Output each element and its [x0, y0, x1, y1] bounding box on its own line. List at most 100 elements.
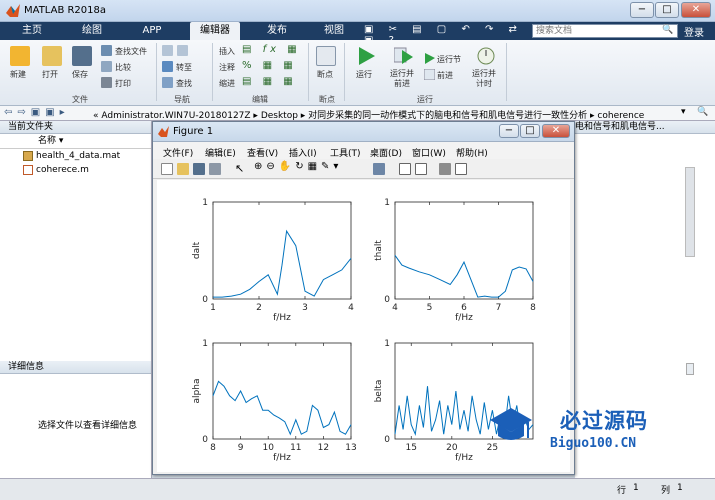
- x-tick-label: 4: [392, 303, 398, 313]
- tab-publish[interactable]: 发布: [255, 22, 299, 40]
- address-bar[interactable]: ⇦⇨▣▣▸ « Administrator.WIN7U-20180127Z ▸ …: [0, 106, 715, 121]
- run-advance-button[interactable]: 运行并 前进: [390, 69, 414, 89]
- tab-plots[interactable]: 绘图: [70, 22, 114, 40]
- print-icon: [101, 77, 112, 88]
- x-axis-label: f/Hz: [273, 313, 291, 323]
- save-button[interactable]: 保存: [72, 69, 88, 80]
- link-plot-icon[interactable]: [373, 163, 385, 175]
- compare-button[interactable]: 比较: [115, 62, 131, 73]
- save-icon[interactable]: [72, 46, 92, 66]
- open-folder-icon[interactable]: [42, 46, 62, 66]
- window-titlebar: MATLAB R2018a − □ ✕: [0, 0, 715, 22]
- new-figure-icon[interactable]: [161, 163, 173, 175]
- maximize-button[interactable]: □: [655, 2, 679, 18]
- find-files-button[interactable]: 查找文件: [115, 46, 147, 57]
- scroll-up-button[interactable]: [686, 363, 694, 375]
- minimize-button[interactable]: −: [630, 2, 654, 18]
- breakpoints-button[interactable]: 断点: [317, 69, 333, 80]
- file-name: health_4_data.mat: [36, 151, 121, 161]
- y-axis-label: thalt: [374, 240, 384, 261]
- menu-edit[interactable]: 编辑(E): [205, 146, 236, 159]
- dropdown-icon[interactable]: ▾: [681, 107, 686, 117]
- menu-help[interactable]: 帮助(H): [456, 146, 488, 159]
- menu-tools[interactable]: 工具(T): [330, 146, 361, 159]
- figure-close-button[interactable]: ✕: [542, 124, 570, 138]
- menu-insert[interactable]: 插入(I): [289, 146, 317, 159]
- address-nav-icons[interactable]: ⇦⇨▣▣▸: [4, 107, 70, 118]
- search-icon[interactable]: 🔍: [662, 25, 673, 35]
- edit-tools-row1[interactable]: ▤ fx ▦: [242, 44, 301, 55]
- run-advance-icon[interactable]: [393, 46, 414, 69]
- y-tick-label: 1: [384, 198, 390, 208]
- search-input[interactable]: 搜索文档: [532, 24, 678, 38]
- file-row[interactable]: coherece.m: [0, 163, 151, 177]
- y-axis-label: belta: [374, 380, 384, 403]
- window-title: MATLAB R2018a: [24, 5, 107, 16]
- run-section-icon[interactable]: [424, 53, 435, 67]
- run-section-button[interactable]: 运行节: [437, 54, 461, 65]
- edit-tools-row3[interactable]: ▤ ▦ ▦: [242, 76, 297, 87]
- quick-access-toolbar[interactable]: ▣ ✂ ▤ ▢ ↶ ↷ ⇄ ▣ ?: [364, 24, 524, 46]
- indent-button[interactable]: 缩进: [219, 78, 235, 89]
- y-tick-label: 0: [202, 435, 208, 445]
- x-axis-label: f/Hz: [455, 453, 473, 463]
- watermark-url: Biguo100.CN: [550, 436, 637, 451]
- run-time-button[interactable]: 运行并 计时: [472, 69, 496, 89]
- insert-legend-icon[interactable]: [415, 163, 427, 175]
- find-button[interactable]: 查找: [176, 78, 192, 89]
- mat-file-icon: [23, 151, 33, 161]
- new-button[interactable]: 新建: [10, 69, 26, 80]
- insert-colorbar-icon[interactable]: [399, 163, 411, 175]
- menu-view[interactable]: 查看(V): [247, 146, 278, 159]
- breakpoints-icon[interactable]: [316, 46, 336, 66]
- edit-tools-row2[interactable]: % ▦ ▦: [242, 60, 297, 71]
- panel-title: 详细信息: [0, 361, 151, 374]
- file-row[interactable]: health_4_data.mat: [0, 149, 151, 163]
- advance-button[interactable]: 前进: [437, 70, 453, 81]
- show-plot-tools-icon[interactable]: [455, 163, 467, 175]
- x-tick-label: 15: [406, 443, 417, 453]
- y-tick-label: 0: [202, 295, 208, 305]
- open-button[interactable]: 打开: [42, 69, 58, 80]
- new-icon[interactable]: [10, 46, 30, 66]
- y-tick-label: 1: [202, 339, 208, 349]
- address-path[interactable]: « Administrator.WIN7U-20180127Z ▸ Deskto…: [93, 108, 644, 121]
- nav-back-icon[interactable]: [162, 45, 173, 56]
- nav-forward-icon[interactable]: [177, 45, 188, 56]
- x-tick-label: 8: [530, 303, 536, 313]
- tab-editor[interactable]: 编辑器: [190, 22, 240, 40]
- menu-window[interactable]: 窗口(W): [412, 146, 446, 159]
- tab-apps[interactable]: APP: [130, 22, 174, 40]
- goto-button[interactable]: 转至: [176, 62, 192, 73]
- x-tick-label: 2: [256, 303, 262, 313]
- open-file-icon[interactable]: [177, 163, 189, 175]
- login-button[interactable]: 登录: [684, 24, 704, 39]
- close-button[interactable]: ✕: [681, 2, 711, 18]
- run-time-icon[interactable]: [476, 45, 496, 68]
- zoom-pan-tools[interactable]: ⊕⊖✋↻▦✎▾: [254, 161, 342, 172]
- section-edit: 编辑: [252, 95, 268, 104]
- column-header-name[interactable]: 名称 ▾: [0, 134, 151, 149]
- figure-maximize-button[interactable]: □: [520, 124, 540, 138]
- search-folder-icon[interactable]: 🔍: [697, 107, 708, 117]
- tab-view[interactable]: 视图: [312, 22, 356, 40]
- figure-titlebar[interactable]: Figure 1 − □ ✕: [153, 122, 574, 142]
- figure-minimize-button[interactable]: −: [499, 124, 519, 138]
- run-icon[interactable]: [356, 46, 376, 69]
- print-button[interactable]: 打印: [115, 78, 131, 89]
- menu-desktop[interactable]: 桌面(D): [370, 146, 402, 159]
- menu-file[interactable]: 文件(F): [163, 146, 193, 159]
- run-button[interactable]: 运行: [356, 69, 372, 80]
- editor-tab[interactable]: 电和信号和肌电信号...: [575, 121, 715, 134]
- tab-home[interactable]: 主页: [10, 22, 54, 40]
- scrollbar[interactable]: [685, 167, 695, 257]
- comment-button[interactable]: 注释: [219, 62, 235, 73]
- pointer-icon[interactable]: ↖: [235, 162, 244, 175]
- advance-icon[interactable]: [423, 68, 436, 83]
- save-figure-icon[interactable]: [193, 163, 205, 175]
- hide-plot-tools-icon[interactable]: [439, 163, 451, 175]
- details-panel: 详细信息 选择文件以查看详细信息: [0, 361, 152, 478]
- print-figure-icon[interactable]: [209, 163, 221, 175]
- x-tick-label: 1: [210, 303, 216, 313]
- insert-button[interactable]: 插入: [219, 46, 235, 57]
